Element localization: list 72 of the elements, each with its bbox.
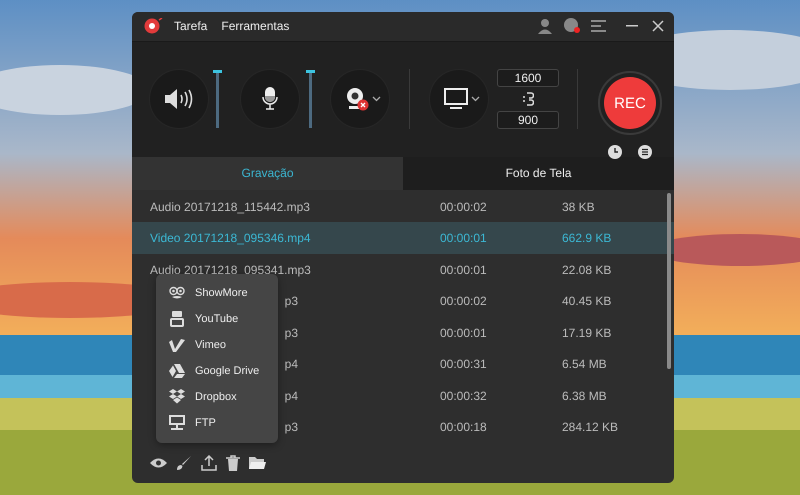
tab[interactable]: Gravação	[132, 156, 403, 190]
file-name[interactable]: Audio 20171218_115442.mp3	[150, 200, 310, 214]
file-name: p4	[284, 357, 298, 372]
clock-icon[interactable]	[608, 145, 622, 160]
slider-thumb[interactable]	[306, 70, 315, 74]
trash-icon[interactable]	[226, 454, 240, 471]
brush-icon[interactable]	[176, 454, 192, 471]
menu-item[interactable]: Ferramentas	[221, 19, 290, 34]
tab[interactable]: Foto de Tela	[403, 156, 674, 190]
share-menu-item[interactable]: FTP	[156, 410, 278, 436]
chevron-icon[interactable]	[372, 96, 381, 102]
list-icon[interactable]	[638, 145, 652, 160]
volume-slider[interactable]	[216, 70, 219, 128]
file-size: 38 KB	[562, 200, 595, 214]
file-name: p3	[284, 326, 298, 340]
share-menu-item[interactable]: Dropbox	[156, 384, 278, 410]
upload-icon[interactable]	[201, 454, 217, 471]
share-menu-item[interactable]: Vimeo	[156, 332, 278, 358]
file-name: p4	[284, 388, 298, 403]
screen-button[interactable]	[430, 70, 488, 128]
file-size: 6.54 MB	[562, 357, 607, 372]
duration: 00:00:01	[440, 262, 487, 277]
close-icon[interactable]	[652, 20, 664, 32]
file-size: 40.45 KB	[562, 294, 612, 308]
eye-icon[interactable]	[150, 456, 167, 469]
chevron-icon[interactable]	[471, 96, 480, 102]
microphone-button[interactable]	[241, 70, 299, 128]
duration: 00:00:31	[440, 357, 487, 372]
file-name[interactable]: Video 20171218_095346.mp4	[150, 231, 311, 246]
duration: 00:00:01	[440, 231, 487, 246]
file-size: 22.08 KB	[562, 262, 612, 277]
minimize-icon[interactable]	[626, 25, 638, 28]
glasses-icon	[169, 286, 185, 300]
scrollbar[interactable]	[667, 192, 671, 369]
selected-row[interactable]: Video 20171218_095346.mp4 00:00:01 662.9 KB	[132, 222, 674, 254]
link-icon[interactable]	[522, 92, 534, 106]
record-button[interactable]: REC	[604, 77, 656, 130]
duration: 00:00:32	[440, 388, 487, 403]
user-icon[interactable]	[537, 18, 553, 34]
duration: 00:00:02	[440, 200, 487, 214]
duration: 00:00:02	[440, 294, 487, 308]
file-size: 284.12 KB	[562, 420, 618, 434]
file-size: 17.19 KB	[562, 326, 612, 340]
vimeo-icon	[169, 338, 185, 352]
file-size: 6.38 MB	[562, 388, 607, 403]
duration: 00:00:01	[440, 326, 487, 340]
drive-icon	[169, 364, 185, 378]
file-name[interactable]: Audio 20171218_095341.mp3	[150, 262, 311, 277]
file-name: p3	[284, 294, 298, 308]
share-menu-item[interactable]: Google Drive	[156, 358, 278, 384]
webcam-button[interactable]	[331, 70, 389, 128]
volume-slider[interactable]	[309, 70, 312, 128]
speaker-icon	[164, 88, 194, 110]
slider-thumb[interactable]	[213, 70, 222, 74]
monitor-icon	[444, 88, 468, 110]
menu-icon[interactable]	[591, 20, 606, 32]
share-menu-item[interactable]: YouTube	[156, 306, 278, 332]
menu-item[interactable]: Tarefa	[174, 19, 208, 34]
ftp-icon	[169, 415, 185, 430]
dropbox-icon	[169, 389, 185, 404]
app-logo-icon	[144, 18, 164, 34]
height-field[interactable]: 900	[497, 111, 559, 130]
speaker-button[interactable]	[150, 70, 208, 128]
file-name: p3	[284, 420, 298, 434]
chat-icon[interactable]	[563, 18, 581, 34]
width-field[interactable]: 1600	[497, 69, 559, 88]
file-size: 662.9 KB	[562, 231, 612, 246]
microphone-icon	[262, 87, 278, 112]
duration: 00:00:18	[440, 420, 487, 434]
share-menu-item[interactable]: ShowMore	[156, 280, 278, 306]
folder-icon[interactable]	[249, 456, 266, 470]
youtube-icon	[170, 310, 184, 327]
